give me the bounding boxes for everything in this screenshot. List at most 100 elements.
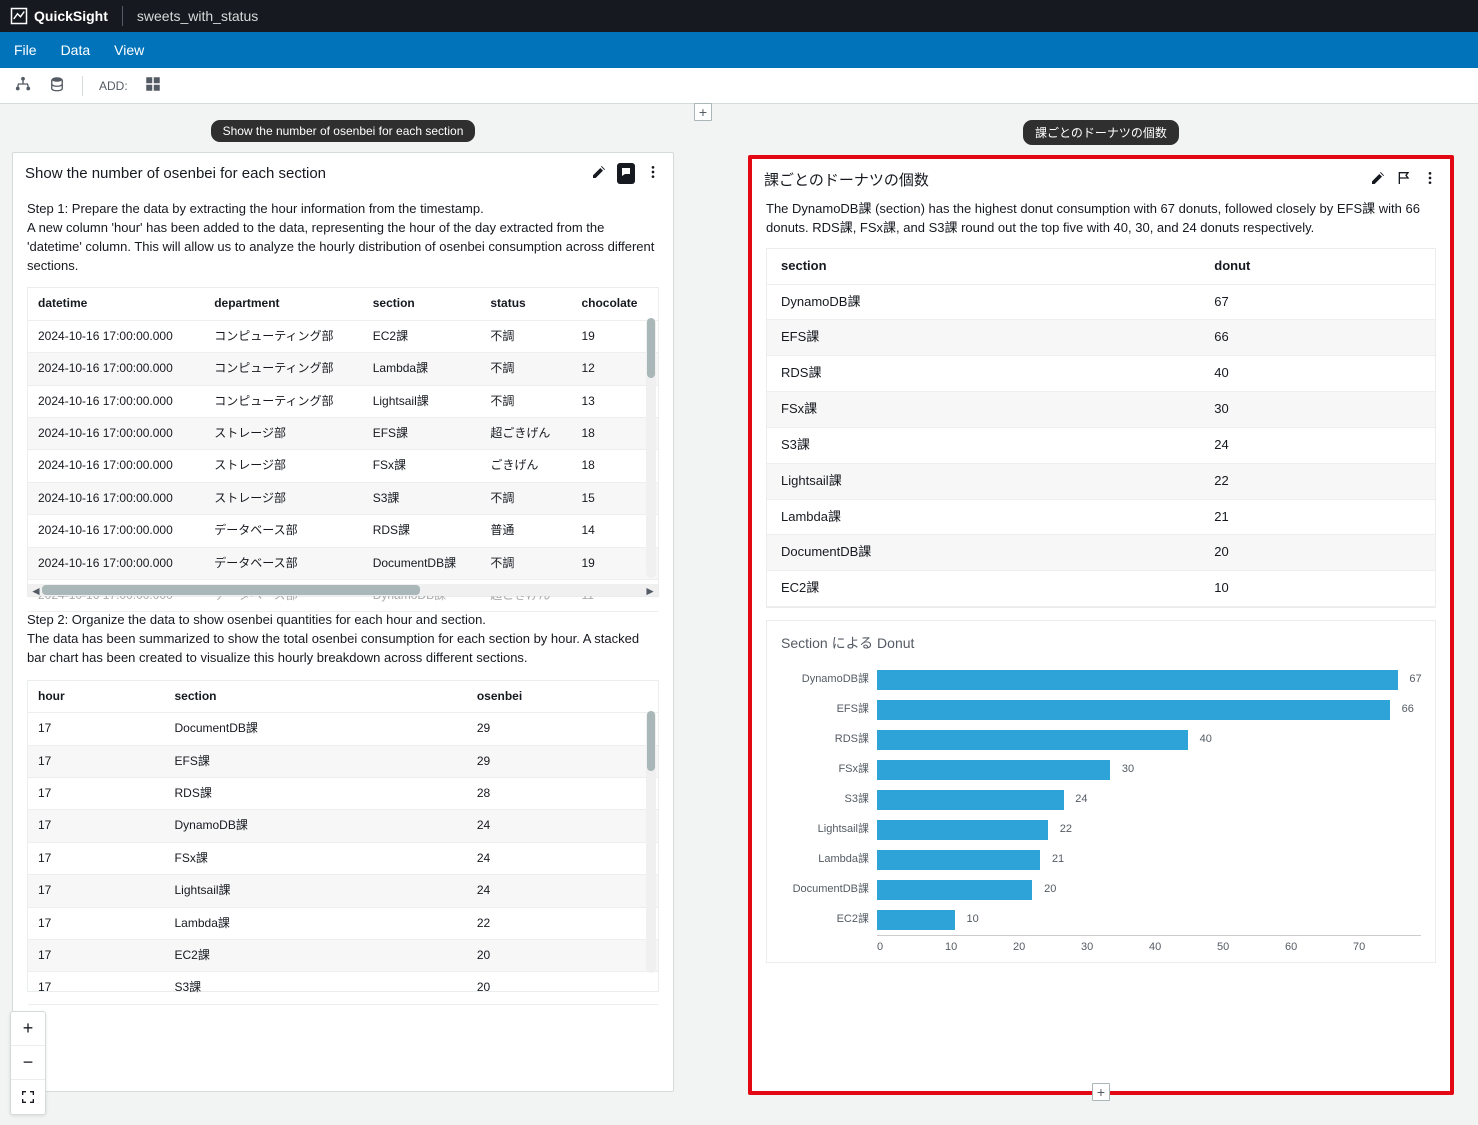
dataset-name[interactable]: sweets_with_status <box>137 8 258 24</box>
cell: ストレージ部 <box>204 417 363 449</box>
bar-fill[interactable]: 10 <box>877 910 955 930</box>
col-header[interactable]: section <box>767 249 1200 284</box>
table-row[interactable]: EC2課10 <box>767 571 1435 607</box>
add-panel-bottom[interactable]: + <box>1092 1083 1110 1101</box>
table-row[interactable]: DynamoDB課67 <box>767 284 1435 320</box>
bar-row: EC2課10 <box>781 905 1421 935</box>
cell: DocumentDB課 <box>363 547 481 579</box>
table-row[interactable]: 2024-10-16 17:00:00.000コンピューティング部Lightsa… <box>28 385 658 417</box>
cell: 24 <box>467 810 658 842</box>
menu-view[interactable]: View <box>114 42 144 58</box>
table-row[interactable]: 17EFS課29 <box>28 745 658 777</box>
bar-fill[interactable]: 67 <box>877 670 1398 690</box>
col-header[interactable]: department <box>204 288 363 320</box>
more-icon[interactable] <box>645 164 661 183</box>
edit-icon[interactable] <box>1370 170 1386 189</box>
cell: 20 <box>467 940 658 972</box>
table1-hscroll[interactable]: ◄ ► <box>28 584 658 596</box>
right-card[interactable]: 課ごとのドーナツの個数 The DynamoDB課 (section) has … <box>748 155 1454 1095</box>
table-row[interactable]: 17FSx課24 <box>28 842 658 874</box>
flag-icon[interactable] <box>1396 170 1412 189</box>
table-row[interactable]: EFS課66 <box>767 320 1435 356</box>
fullscreen-button[interactable] <box>11 1080 45 1114</box>
bar-fill[interactable]: 21 <box>877 850 1040 870</box>
table-row[interactable]: 2024-10-16 17:00:00.000ストレージ部FSx課ごきげん18 <box>28 450 658 482</box>
add-label: ADD: <box>99 79 128 93</box>
table-row[interactable]: Lightsail課22 <box>767 463 1435 499</box>
table-row[interactable]: 2024-10-16 17:00:00.000コンピューティング部EC2課不調1… <box>28 320 658 352</box>
table-row[interactable]: 2024-10-16 17:00:00.000コンピューティング部Lambda課… <box>28 353 658 385</box>
cell: RDS課 <box>165 778 467 810</box>
axis-tick: 30 <box>1081 936 1149 956</box>
cell: Lightsail課 <box>767 463 1200 499</box>
col-header[interactable]: status <box>480 288 571 320</box>
right-summary: The DynamoDB課 (section) has the highest … <box>766 200 1436 238</box>
table-row[interactable]: 2024-10-16 17:00:00.000データベース部RDS課普通14 <box>28 515 658 547</box>
bar-label: EFS課 <box>781 702 877 718</box>
hierarchy-icon[interactable] <box>14 75 32 96</box>
bar-fill[interactable]: 24 <box>877 790 1064 810</box>
bar-fill[interactable]: 20 <box>877 880 1032 900</box>
col-header[interactable]: section <box>363 288 481 320</box>
table-row[interactable]: 17S3課20 <box>28 972 658 1004</box>
zoom-out-button[interactable]: − <box>11 1046 45 1080</box>
bar-row: FSx課30 <box>781 755 1421 785</box>
table-row[interactable]: 2024-10-16 17:00:00.000ストレージ部S3課不調15 <box>28 482 658 514</box>
table-row[interactable]: DocumentDB課20 <box>767 535 1435 571</box>
cell: 17 <box>28 810 165 842</box>
table2-vscroll[interactable] <box>646 711 656 973</box>
cell: 普通 <box>480 515 571 547</box>
cell: Lambda課 <box>767 499 1200 535</box>
bar-fill[interactable]: 66 <box>877 700 1390 720</box>
calculated-field-icon[interactable] <box>144 75 162 96</box>
cell: 17 <box>28 745 165 777</box>
left-pill: Show the number of osenbei for each sect… <box>211 120 476 142</box>
cell: FSx課 <box>363 450 481 482</box>
comment-icon[interactable] <box>617 163 635 184</box>
cell: 17 <box>28 778 165 810</box>
menu-file[interactable]: File <box>14 42 37 58</box>
table-row[interactable]: RDS課40 <box>767 356 1435 392</box>
bar-fill[interactable]: 40 <box>877 730 1188 750</box>
col-header[interactable]: hour <box>28 681 165 713</box>
cell: データベース部 <box>204 515 363 547</box>
col-header[interactable]: osenbei <box>467 681 658 713</box>
table-row[interactable]: 17DocumentDB課29 <box>28 713 658 745</box>
col-header[interactable]: donut <box>1200 249 1435 284</box>
table-row[interactable]: 17RDS課28 <box>28 778 658 810</box>
table-row[interactable]: Lambda課21 <box>767 499 1435 535</box>
col-header[interactable]: section <box>165 681 467 713</box>
bar-value: 22 <box>1060 822 1072 838</box>
axis-tick: 50 <box>1217 936 1285 956</box>
bar-fill[interactable]: 22 <box>877 820 1048 840</box>
axis-tick: 40 <box>1149 936 1217 956</box>
table1-vscroll[interactable] <box>646 318 656 578</box>
table-row[interactable]: FSx課30 <box>767 392 1435 428</box>
col-header[interactable]: datetime <box>28 288 204 320</box>
bar-label: DynamoDB課 <box>781 672 877 688</box>
right-table-wrap: sectiondonut DynamoDB課67EFS課66RDS課40FSx課… <box>766 248 1436 608</box>
zoom-in-button[interactable]: + <box>11 1012 45 1046</box>
table-row[interactable]: S3課24 <box>767 427 1435 463</box>
cell: S3課 <box>363 482 481 514</box>
bar-value: 40 <box>1200 732 1212 748</box>
menu-data[interactable]: Data <box>61 42 91 58</box>
app-logo[interactable]: QuickSight <box>10 7 108 25</box>
table-row[interactable]: 17EC2課20 <box>28 940 658 972</box>
left-card[interactable]: Show the number of osenbei for each sect… <box>12 152 674 1092</box>
bar-fill[interactable]: 30 <box>877 760 1110 780</box>
cell: DocumentDB課 <box>767 535 1200 571</box>
table-row[interactable]: 17Lightsail課24 <box>28 875 658 907</box>
cell: 24 <box>467 875 658 907</box>
database-icon[interactable] <box>48 75 66 96</box>
table-row[interactable]: 2024-10-16 17:00:00.000ストレージ部EFS課超ごきげん18 <box>28 417 658 449</box>
step1-body: A new column 'hour' has been added to th… <box>27 219 659 276</box>
col-header[interactable]: chocolate <box>571 288 658 320</box>
table-row[interactable]: 2024-10-16 17:00:00.000データベース部DocumentDB… <box>28 547 658 579</box>
more-icon[interactable] <box>1422 170 1438 189</box>
bar-label: RDS課 <box>781 732 877 748</box>
edit-icon[interactable] <box>591 164 607 183</box>
table-row[interactable]: 17Lambda課22 <box>28 907 658 939</box>
cell: Lambda課 <box>165 907 467 939</box>
table-row[interactable]: 17DynamoDB課24 <box>28 810 658 842</box>
